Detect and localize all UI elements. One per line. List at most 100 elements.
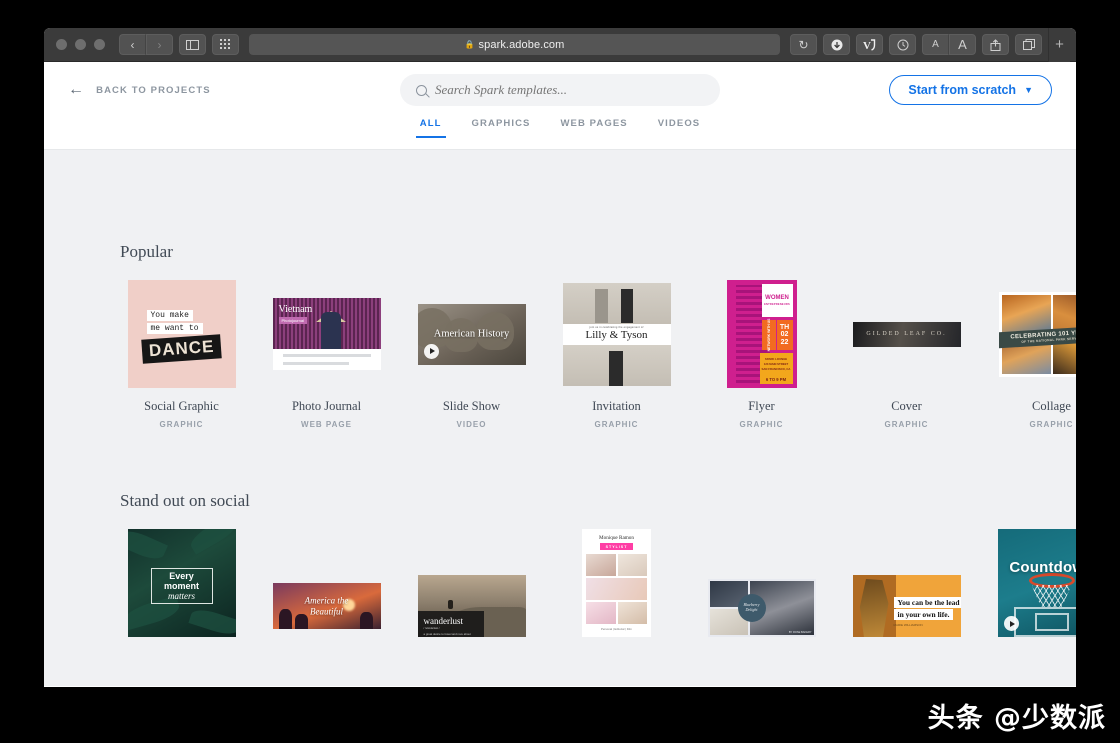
- section-title-stand-out-on-social: Stand out on social: [120, 491, 250, 510]
- art-line-2: in your own life.: [893, 609, 954, 620]
- figure-shape: [594, 288, 608, 323]
- template-card-social-graphic[interactable]: You make me want to DANCE Social Graphic…: [120, 280, 243, 429]
- wanderlust-thumbnail: wanderlust / 'wändərləst / a great desir…: [417, 575, 526, 637]
- art-title: America the Beautiful: [305, 595, 349, 616]
- clock-icon[interactable]: [889, 34, 916, 55]
- text-size-large-icon[interactable]: A: [949, 34, 976, 55]
- tab-overview-icon[interactable]: [212, 34, 239, 55]
- back-icon[interactable]: ‹: [119, 34, 146, 55]
- template-card-wanderlust[interactable]: wanderlust / 'wändərləst / a great desir…: [410, 529, 533, 637]
- art-line-2: me want to: [146, 323, 203, 334]
- share-icon[interactable]: [982, 34, 1009, 55]
- template-card-invitation[interactable]: join us in celebrating the engagement of…: [555, 280, 678, 429]
- art-title: Countdown: [1009, 559, 1076, 576]
- chevron-down-icon: ▼: [1024, 85, 1033, 95]
- sidebar-icon[interactable]: [179, 34, 206, 55]
- social-row: Every moment matters America the Beautif…: [44, 529, 1076, 637]
- card-title: Flyer: [748, 399, 775, 413]
- social-graphic-thumbnail: You make me want to DANCE: [127, 280, 236, 388]
- art-line-3: matters: [168, 591, 195, 602]
- art-date-block: TH 02 22: [776, 320, 793, 350]
- tab-graphics[interactable]: GRAPHICS: [472, 118, 531, 138]
- art-title: Vietnam: [278, 304, 313, 315]
- template-card-cover[interactable]: GILDED LEAF CO. Cover GRAPHIC: [845, 280, 968, 429]
- photo-cell: [617, 602, 647, 624]
- photo-cell-wide: [586, 578, 647, 600]
- person-shape: [320, 312, 341, 349]
- template-card-every-moment-matters[interactable]: Every moment matters: [120, 529, 243, 637]
- address-bar[interactable]: 🔒 spark.adobe.com: [249, 34, 780, 55]
- tabs-glyph: [1022, 38, 1035, 50]
- template-card-lead-quote[interactable]: You can be the lead in your own life. MA…: [845, 529, 968, 637]
- play-icon[interactable]: [1003, 616, 1019, 631]
- art-footer: Personal | Editorial | Film: [601, 627, 632, 631]
- tab-all[interactable]: ALL: [415, 118, 446, 138]
- template-card-photo-journal[interactable]: Vietnam Photojournal Photo Journal WEB P…: [265, 280, 388, 429]
- card-title: Photo Journal: [291, 399, 362, 413]
- template-card-slide-show[interactable]: American History Slide Show VIDEO: [410, 280, 533, 429]
- thumbnail-frame: America the Beautiful: [265, 529, 388, 637]
- art-venue-2: 123 MAIN STREET: [763, 362, 789, 366]
- share-glyph: [990, 38, 1001, 51]
- window-controls[interactable]: [50, 39, 113, 50]
- art-badge: Blueberry Delight: [737, 594, 766, 622]
- invitation-thumbnail: join us in celebrating the engagement of…: [562, 282, 671, 386]
- flyer-thumbnail: WOMEN ENTREPRENEURS NETWORK WITH US TH 0…: [726, 280, 797, 388]
- art-description: a great desire to travel and rove about: [423, 632, 471, 636]
- thumbnail-frame: Monique Ramon STYLIST Personal | Editori…: [555, 529, 678, 637]
- tab-web-pages[interactable]: WEB PAGES: [560, 118, 627, 138]
- photo-cell: [586, 554, 616, 576]
- every-moment-matters-thumbnail: Every moment matters: [127, 529, 236, 637]
- template-card-america-the-beautiful[interactable]: America the Beautiful: [265, 529, 388, 637]
- template-card-collage[interactable]: CELEBRATING 101 YEARS OF THE NATIONAL PA…: [990, 280, 1076, 429]
- thumbnail-frame: American History: [410, 280, 533, 388]
- leaf-shape: [186, 529, 236, 555]
- extension-icon[interactable]: V: [856, 34, 883, 55]
- text-size-small-icon[interactable]: A: [922, 34, 949, 55]
- browser-window: ‹ › 🔒 spark.adobe.com ↻ V A A + ← BACK T…: [44, 28, 1076, 687]
- art-venue-3: SAN FRANCISCO, CA: [761, 367, 791, 371]
- close-window-button[interactable]: [56, 39, 67, 50]
- backboard-square: [1034, 613, 1069, 631]
- text-placeholder-bar: [282, 354, 371, 357]
- forward-icon[interactable]: ›: [146, 34, 173, 55]
- start-from-scratch-button[interactable]: Start from scratch ▼: [889, 75, 1052, 105]
- category-tabs: ALL GRAPHICS WEB PAGES VIDEOS: [44, 118, 1076, 150]
- new-tab-button[interactable]: +: [1048, 28, 1070, 62]
- minimize-window-button[interactable]: [75, 39, 86, 50]
- search-input[interactable]: [435, 82, 704, 98]
- art-name-band: join us in celebrating the engagement of…: [562, 323, 671, 345]
- leaf-shape: [127, 529, 168, 564]
- template-card-flyer[interactable]: WOMEN ENTREPRENEURS NETWORK WITH US TH 0…: [700, 280, 823, 429]
- arrow-left-icon: ←: [68, 81, 86, 98]
- back-to-projects-link[interactable]: ← BACK TO PROJECTS: [68, 81, 211, 99]
- art-month: 02: [780, 331, 789, 339]
- clock-glyph: [897, 39, 908, 50]
- stylist-portfolio-thumbnail: Monique Ramon STYLIST Personal | Editori…: [582, 529, 651, 637]
- maximize-window-button[interactable]: [94, 39, 105, 50]
- template-gallery[interactable]: Popular You make me want to DANCE Social…: [44, 150, 1076, 686]
- template-card-countdown[interactable]: Countdown: [990, 529, 1076, 637]
- thumbnail-frame: Vietnam Photojournal: [265, 280, 388, 388]
- america-the-beautiful-thumbnail: America the Beautiful: [272, 583, 381, 629]
- art-time: 6 TO 9 PM: [765, 377, 787, 382]
- art-venue-block: SPARK LOUNGE 123 MAIN STREET SAN FRANCIS…: [759, 353, 793, 375]
- download-glyph: [831, 39, 842, 50]
- search-bar[interactable]: [400, 74, 720, 106]
- art-subtitle: Photojournal: [278, 317, 307, 324]
- art-photo: Vietnam Photojournal: [272, 298, 381, 349]
- duplicate-tabs-icon[interactable]: [1015, 34, 1042, 55]
- thumbnail-frame: CELEBRATING 101 YEARS OF THE NATIONAL PA…: [990, 280, 1076, 388]
- tree-shape: [359, 612, 373, 629]
- art-watermark: BY ROSE BAKERY: [788, 631, 812, 634]
- art-title-block: WOMEN ENTREPRENEURS: [761, 284, 793, 317]
- download-icon[interactable]: [823, 34, 850, 55]
- reload-icon[interactable]: ↻: [790, 34, 817, 55]
- template-card-stylist-portfolio[interactable]: Monique Ramon STYLIST Personal | Editori…: [555, 529, 678, 637]
- card-title: Collage: [1032, 399, 1071, 413]
- play-icon[interactable]: [423, 343, 439, 359]
- card-type: GRAPHIC: [1029, 420, 1074, 429]
- template-card-blueberry-delight[interactable]: Blueberry Delight BY ROSE BAKERY: [700, 529, 823, 637]
- blueberry-delight-thumbnail: Blueberry Delight BY ROSE BAKERY: [707, 579, 816, 637]
- tab-videos[interactable]: VIDEOS: [658, 118, 701, 138]
